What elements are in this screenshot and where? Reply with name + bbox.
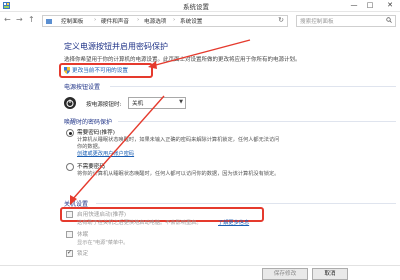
- require-password-desc: 计算机从睡眠状态唤醒时，如果未输入正确的密码来解除计算机锁定，任何人都无法访问: [77, 137, 280, 143]
- search-placeholder: 搜索控制面板: [300, 19, 334, 25]
- up-button[interactable]: ↑: [28, 15, 35, 25]
- search-box[interactable]: 搜索控制面板: [296, 15, 396, 27]
- footer-divider: [0, 265, 400, 266]
- window-title: 系统设置: [183, 3, 209, 11]
- divider: [96, 203, 396, 204]
- create-password-link[interactable]: 创建或更改用户帐户密码: [77, 150, 134, 157]
- save-button[interactable]: 保存修改: [262, 268, 308, 280]
- divider: [110, 86, 396, 87]
- power-button-action-select[interactable]: 关机 ▼: [128, 97, 186, 109]
- breadcrumb-control-panel[interactable]: 控制面板: [61, 17, 83, 25]
- learn-more-link[interactable]: 了解更多信息: [218, 219, 249, 226]
- power-icon: [64, 97, 76, 109]
- page-title: 定义电源按钮并启用密码保护: [64, 42, 168, 51]
- power-button-section-title: 电源按钮设置: [64, 84, 101, 91]
- window-title-bar: 系统设置 — □ ✕: [0, 0, 400, 12]
- page-description: 选择你希望用于你的计算机的电源设置。此页面上对设置所做的更改将应用于你所有的电源…: [64, 57, 301, 63]
- no-password-radio[interactable]: [66, 163, 74, 171]
- breadcrumb-system-settings[interactable]: 系统设置: [180, 17, 202, 25]
- forward-button[interactable]: →: [16, 15, 23, 25]
- change-link-label: 更改当前不可用的设置: [72, 68, 128, 74]
- wake-password-section-title: 唤醒时的密码保护: [64, 119, 113, 126]
- require-password-desc-2: 你的数据。: [77, 144, 103, 150]
- power-button-action-value: 关机: [132, 101, 144, 107]
- require-password-label: 需要密码(推荐): [77, 130, 115, 136]
- no-password-desc: 将你的计算机从睡眠状态唤醒时，任何人都可以访问你的数据，因为该计算机没有锁定。: [77, 171, 280, 177]
- divider: [118, 121, 396, 122]
- breadcrumb-hardware-sound[interactable]: 硬件和声音: [101, 17, 129, 25]
- cancel-button[interactable]: 取消: [312, 268, 348, 280]
- power-button-label: 按电源按钮时:: [86, 102, 122, 108]
- refresh-button[interactable]: ↻: [278, 16, 284, 24]
- lock-checkbox[interactable]: [66, 249, 73, 257]
- close-button[interactable]: ✕: [380, 0, 400, 11]
- fast-startup-label: 启用快速启动(推荐): [77, 212, 127, 218]
- no-password-label: 不需要密码: [77, 164, 105, 170]
- fast-startup-checkbox[interactable]: [66, 211, 73, 218]
- breadcrumb-separator: ›: [94, 17, 97, 23]
- address-bar[interactable]: 控制面板 › 硬件和声音 › 电源选项 › 系统设置 ↻: [42, 15, 288, 27]
- breadcrumb-separator: ›: [173, 17, 176, 23]
- hibernate-label: 休眠: [77, 232, 89, 238]
- lock-label: 锁定: [77, 251, 89, 257]
- fast-startup-desc: 这有助于在关机之后更快地启动电脑。不会影响重启。: [77, 220, 202, 226]
- minimize-button[interactable]: —: [346, 0, 362, 11]
- control-panel-icon: [3, 2, 10, 9]
- folder-icon: [46, 19, 52, 24]
- maximize-button[interactable]: □: [362, 0, 378, 11]
- hibernate-desc: 显示在"电源"菜单中。: [77, 240, 129, 246]
- breadcrumb-separator: ›: [137, 17, 140, 23]
- require-password-radio[interactable]: [66, 129, 74, 137]
- change-unavailable-settings-link[interactable]: 更改当前不可用的设置: [59, 63, 153, 78]
- breadcrumb-power-options[interactable]: 电源选项: [144, 17, 166, 25]
- chevron-down-icon: ▼: [179, 99, 183, 105]
- hibernate-checkbox[interactable]: [66, 231, 73, 238]
- shield-icon: [64, 67, 70, 74]
- back-button[interactable]: ←: [4, 15, 11, 25]
- search-icon[interactable]: [386, 17, 392, 23]
- navigation-bar: ← → ↑ 控制面板 › 硬件和声音 › 电源选项 › 系统设置 ↻ 搜索控制面…: [0, 12, 400, 28]
